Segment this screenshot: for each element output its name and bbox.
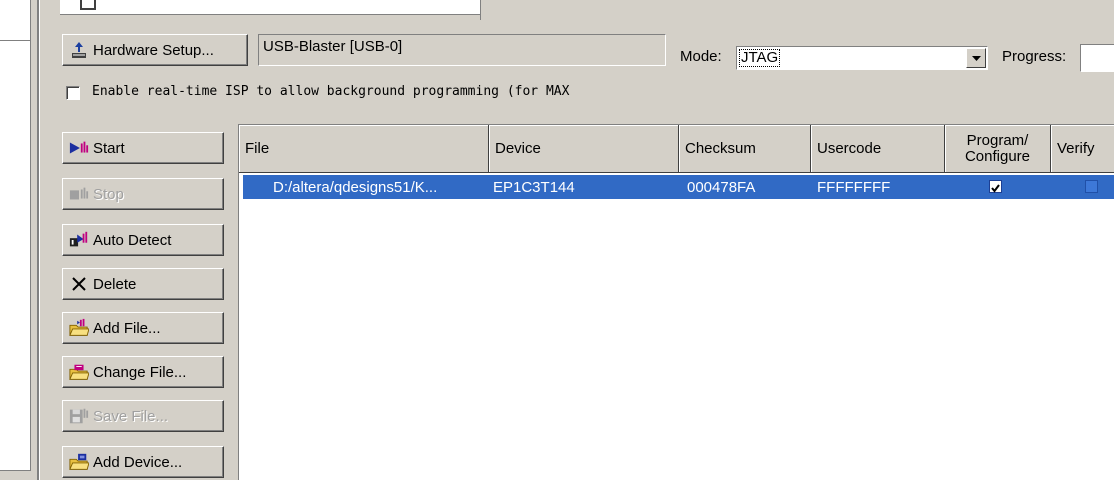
program-configure-checkbox[interactable] (989, 180, 1002, 193)
device-table: File Device Checksum Usercode Program/ C… (238, 124, 1114, 480)
table-row[interactable]: D:/altera/qdesigns51/K... EP1C3T144 0004… (243, 175, 1114, 199)
change-file-icon (69, 362, 89, 382)
column-header-verify-label: Verify (1057, 140, 1095, 157)
column-header-verify[interactable]: Verify (1051, 125, 1114, 173)
top-separator (480, 0, 481, 20)
stop-icon (69, 184, 89, 204)
chevron-down-icon (971, 55, 981, 61)
change-file-button-label: Change File... (93, 363, 187, 381)
add-device-icon (69, 452, 89, 472)
left-panel (0, 0, 31, 471)
save-file-icon (69, 406, 89, 426)
isp-checkbox[interactable] (66, 86, 80, 100)
auto-detect-button[interactable]: Auto Detect (62, 224, 224, 256)
checkmark-icon (991, 184, 1000, 193)
verify-checkbox[interactable] (1085, 180, 1098, 193)
add-file-button[interactable]: Add File... (62, 312, 224, 344)
column-header-device-label: Device (495, 140, 541, 157)
column-header-usercode-label: Usercode (817, 140, 882, 157)
column-header-usercode[interactable]: Usercode (811, 125, 945, 173)
hardware-device-field: USB-Blaster [USB-0] (258, 34, 666, 66)
top-checkbox-fragment (80, 0, 96, 10)
stop-button-label: Stop (93, 185, 124, 203)
column-header-configure-label: Configure (964, 147, 1031, 165)
hardware-setup-button[interactable]: Hardware Setup... (62, 34, 248, 66)
add-device-button-label: Add Device... (93, 453, 183, 471)
progress-bar (1080, 44, 1114, 72)
mode-label: Mode: (680, 48, 722, 65)
start-button[interactable]: Start (62, 132, 224, 164)
delete-button-label: Delete (93, 275, 137, 293)
save-file-button-label: Save File... (93, 407, 169, 425)
delete-x-icon (69, 274, 89, 294)
column-header-program-configure[interactable]: Program/ Configure (945, 125, 1051, 173)
add-device-button[interactable]: Add Device... (62, 446, 224, 478)
column-header-file-label: File (245, 140, 270, 157)
save-file-button[interactable]: Save File... (62, 400, 224, 432)
hardware-setup-label: Hardware Setup... (93, 41, 214, 59)
column-header-device[interactable]: Device (489, 125, 679, 173)
column-header-program-label: Program/ (966, 131, 1029, 149)
auto-detect-button-label: Auto Detect (93, 231, 172, 249)
mode-select[interactable]: JTAG (736, 46, 988, 70)
add-file-icon (69, 318, 89, 338)
left-panel-line (0, 40, 30, 41)
cell-file: D:/altera/qdesigns51/K... (273, 178, 438, 196)
cell-device: EP1C3T144 (493, 178, 575, 196)
column-header-file[interactable]: File (239, 125, 489, 173)
top-strip (60, 0, 480, 15)
mode-value: JTAG (739, 49, 781, 67)
progress-label: Progress: (1002, 48, 1067, 65)
hardware-icon (69, 40, 89, 60)
delete-button[interactable]: Delete (62, 268, 224, 300)
mode-dropdown-button[interactable] (966, 48, 986, 68)
cell-usercode: FFFFFFFF (817, 178, 891, 196)
auto-detect-icon (69, 230, 89, 250)
hardware-device-value: USB-Blaster [USB-0] (263, 38, 403, 55)
add-file-button-label: Add File... (93, 319, 161, 337)
isp-checkbox-label: Enable real-time ISP to allow background… (92, 84, 570, 99)
column-header-checksum-label: Checksum (685, 140, 756, 157)
start-icon (69, 138, 89, 158)
stop-button[interactable]: Stop (62, 178, 224, 210)
splitter-bar[interactable] (37, 0, 40, 480)
column-header-checksum[interactable]: Checksum (679, 125, 811, 173)
start-button-label: Start (93, 139, 125, 157)
change-file-button[interactable]: Change File... (62, 356, 224, 388)
cell-checksum: 000478FA (687, 178, 756, 196)
